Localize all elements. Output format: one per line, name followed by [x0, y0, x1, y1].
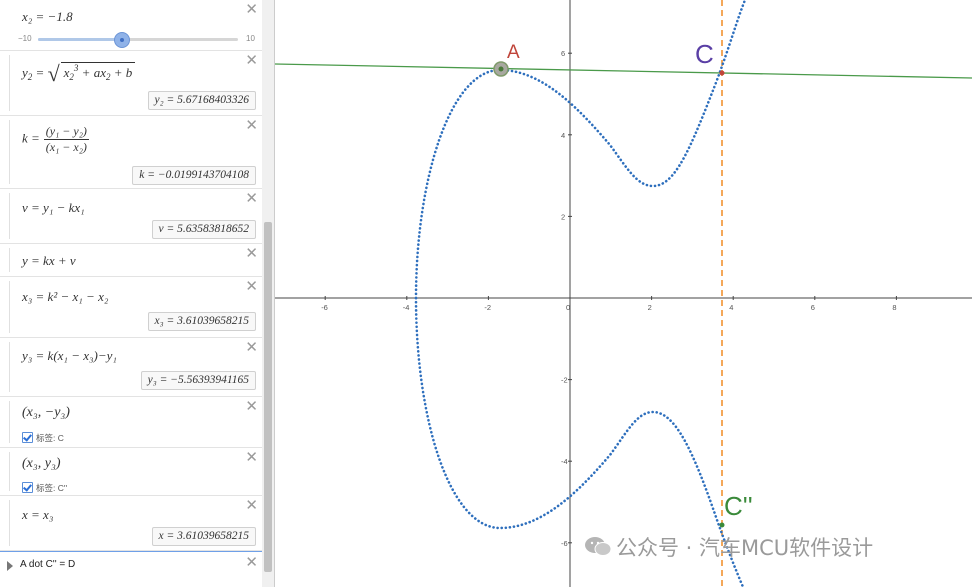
slider-min-label: −10 — [18, 34, 32, 43]
slider-max-label: 10 — [246, 34, 255, 43]
y-tick-label: 4 — [561, 131, 565, 140]
row-indent-bar — [9, 401, 10, 443]
point-c-label: C — [695, 39, 714, 69]
close-icon[interactable]: ✕ — [245, 555, 258, 570]
input-bar[interactable]: A dot C'' = D ✕ — [0, 551, 262, 588]
x-tick-label: -2 — [484, 303, 491, 312]
algebra-row-v[interactable]: ✕ v = y₁ − kx₁ v = 5.63583818652 — [0, 189, 262, 244]
point-c-label-text: C — [57, 433, 64, 443]
algebra-row-point-c[interactable]: ✕ (x₃, −y₃) 标签: C — [0, 397, 262, 448]
close-icon[interactable]: ✕ — [245, 498, 258, 513]
algebra-row-x2-slider[interactable]: x₂ = −1.8 ✕ −10 10 — [0, 0, 262, 51]
y3-definition: y₃ = k(x₁ − x₃)−y₁ — [22, 348, 117, 363]
close-icon[interactable]: ✕ — [245, 279, 258, 294]
watermark-text: 公众号 · 汽车MCU软件设计 — [616, 536, 874, 560]
x-tick-label: 4 — [729, 303, 733, 312]
point-c-label-toggle[interactable]: 标签: C — [22, 432, 64, 444]
slider-handle[interactable] — [114, 32, 130, 48]
x3-definition: x₃ = k² − x₁ − x₂ — [22, 289, 109, 304]
point-c2-marker[interactable] — [719, 522, 725, 528]
algebra-row-point-c2[interactable]: ✕ (x₃, y₃) 标签: C'' — [0, 448, 262, 496]
slider-fill — [38, 38, 121, 41]
k-value: k = −0.0199143704108 — [132, 166, 256, 185]
y-tick-label: -2 — [561, 376, 568, 385]
line-definition: y = kx + v — [22, 253, 76, 268]
x-tick-label: 6 — [811, 303, 815, 312]
close-icon[interactable]: ✕ — [245, 2, 258, 17]
slider-expression: x₂ = −1.8 — [22, 9, 73, 24]
x-tick-label: 8 — [892, 303, 896, 312]
row-indent-bar — [9, 500, 10, 546]
checkbox-icon[interactable] — [22, 432, 33, 443]
close-icon[interactable]: ✕ — [245, 53, 258, 68]
label-prefix: 标签: — [36, 433, 56, 443]
close-icon[interactable]: ✕ — [245, 118, 258, 133]
point-a-label: A — [507, 42, 520, 63]
y-tick-label: 6 — [561, 49, 565, 58]
y-tick-label: -4 — [561, 457, 568, 466]
y3-value: y₃ = −5.56393941165 — [140, 371, 256, 390]
wechat-icon — [585, 537, 612, 556]
point-c2-label: C'' — [724, 491, 753, 521]
expand-arrow-icon[interactable] — [7, 561, 13, 571]
vertical-line-value: x = 3.61039658215 — [151, 527, 256, 546]
x-tick-label: -6 — [321, 303, 328, 312]
point-c2-definition: (x₃, y₃) — [22, 456, 61, 471]
algebra-row-x3[interactable]: ✕ x₃ = k² − x₁ − x₂ x₃ = 3.61039658215 — [0, 277, 262, 338]
point-c-marker[interactable] — [719, 70, 725, 76]
scrollbar-thumb[interactable] — [264, 222, 272, 572]
close-icon[interactable]: ✕ — [245, 399, 258, 414]
x-tick-label: 2 — [648, 303, 652, 312]
point-a-center — [498, 66, 504, 72]
close-icon[interactable]: ✕ — [245, 246, 258, 261]
algebra-row-y2[interactable]: ✕ y2 = √ x23 + ax2 + b y₂ = 5.67168403326 — [0, 51, 262, 116]
x-tick-label: -4 — [403, 303, 410, 312]
close-icon[interactable]: ✕ — [245, 450, 258, 465]
row-indent-bar — [9, 55, 10, 111]
v-value: v = 5.63583818652 — [151, 220, 256, 239]
algebra-view: x₂ = −1.8 ✕ −10 10 ✕ y2 = √ x23 + ax2 + b… — [0, 0, 263, 588]
k-lhs: k = — [22, 130, 40, 146]
graphics-view[interactable]: -6 -4 -2 0 2 4 6 8 6 4 2 -2 -4 -6 A C C'' — [275, 0, 972, 587]
y-tick-label: -6 — [561, 539, 568, 548]
close-icon[interactable]: ✕ — [245, 340, 258, 355]
y2-definition: y2 = √ x23 + ax2 + b — [22, 61, 136, 87]
row-indent-bar — [9, 248, 10, 272]
elliptic-curve[interactable] — [414, 0, 747, 587]
point-c2-label-toggle[interactable]: 标签: C'' — [22, 482, 67, 494]
v-definition: v = y₁ − kx₁ — [22, 200, 85, 215]
close-icon[interactable]: ✕ — [245, 191, 258, 206]
row-indent-bar — [9, 193, 10, 239]
row-indent-bar — [9, 342, 10, 392]
row-indent-bar — [9, 452, 10, 491]
vertical-line-definition: x = x₃ — [22, 507, 54, 522]
line-y-kx-v[interactable] — [275, 63, 972, 79]
label-prefix: 标签: — [36, 483, 56, 493]
algebra-row-y3[interactable]: ✕ y₃ = k(x₁ − x₃)−y₁ y₃ = −5.56393941165 — [0, 338, 262, 397]
x-tick-label: 0 — [566, 303, 570, 312]
y2-value: y₂ = 5.67168403326 — [147, 91, 256, 110]
point-c2-label-text: C'' — [57, 483, 68, 493]
checkbox-icon[interactable] — [22, 482, 33, 493]
algebra-row-k[interactable]: ✕ k = (y₁ − y₂) (x₁ − x₂) k = −0.019914370… — [0, 116, 262, 189]
y-tick-label: 2 — [561, 212, 565, 221]
algebra-row-vertical-line[interactable]: ✕ x = x₃ x = 3.61039658215 — [0, 496, 262, 551]
row-indent-bar — [9, 120, 10, 184]
point-c-definition: (x₃, −y₃) — [22, 405, 70, 420]
algebra-row-line[interactable]: ✕ y = kx + v — [0, 244, 262, 277]
x3-value: x₃ = 3.61039658215 — [147, 312, 256, 331]
k-fraction: (y₁ − y₂) (x₁ − x₂) — [43, 124, 89, 155]
row-indent-bar — [9, 281, 10, 333]
input-command-text[interactable]: A dot C'' = D — [20, 559, 75, 570]
k-definition: k = (y₁ − y₂) (x₁ − x₂) — [22, 124, 89, 155]
k-denominator: (x₁ − x₂) — [45, 140, 87, 154]
k-numerator: (y₁ − y₂) — [43, 124, 89, 140]
